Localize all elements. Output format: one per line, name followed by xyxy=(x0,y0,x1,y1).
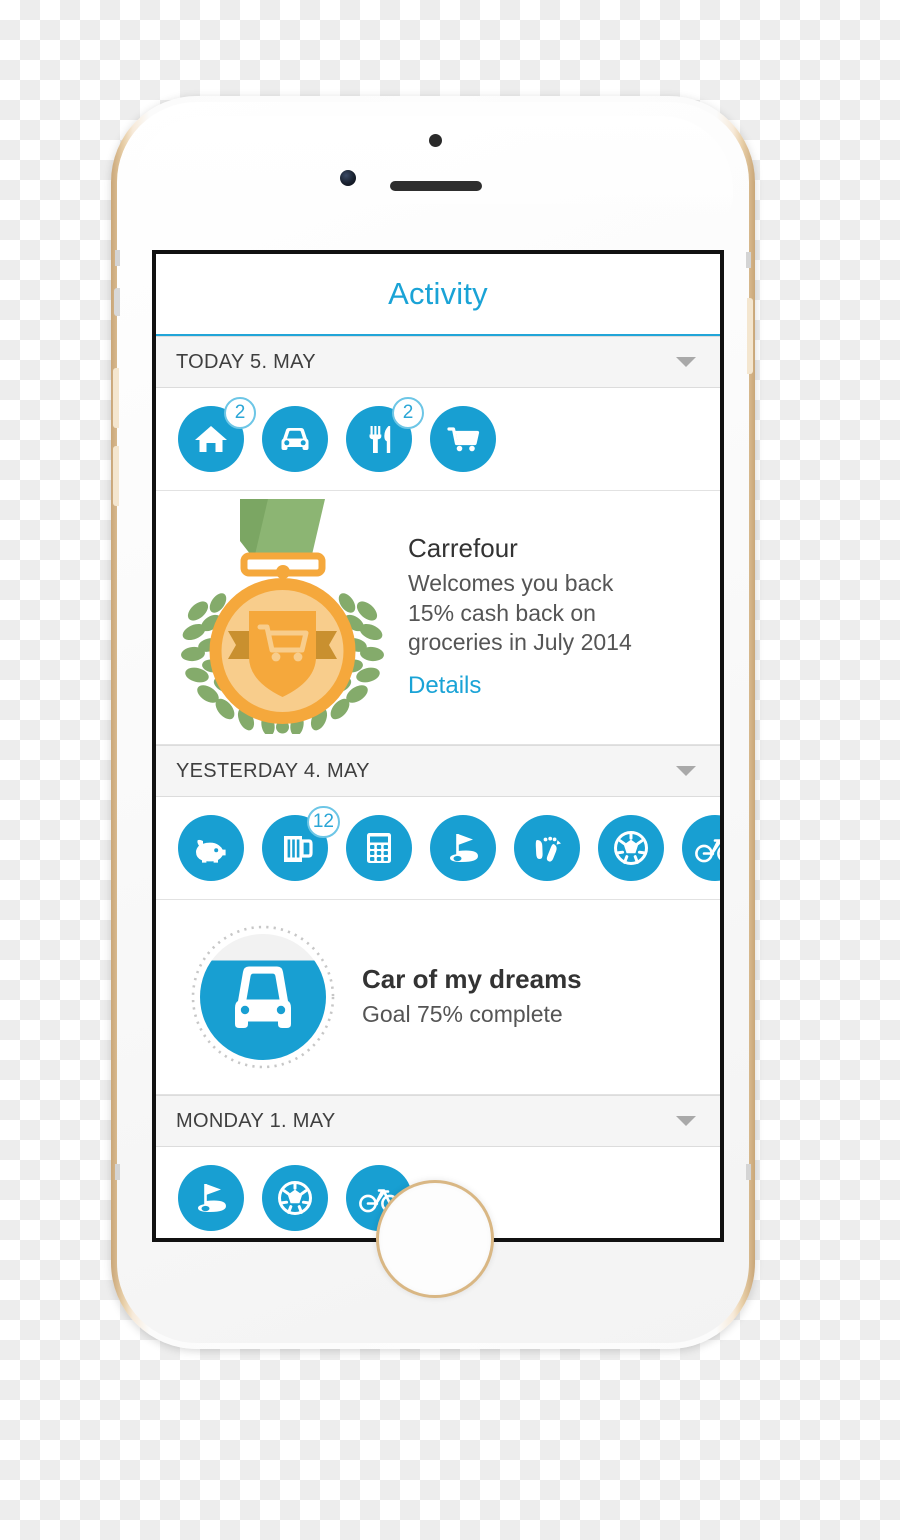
antenna-line-left-top xyxy=(115,250,120,266)
section-header-label: TODAY 5. MAY xyxy=(176,350,316,373)
section-header-yesterday[interactable]: YESTERDAY 4. MAY xyxy=(156,745,720,797)
antenna-line-right-bottom xyxy=(746,1164,751,1180)
phone-screen: Activity TODAY 5. MAY 2 2 Carrefour Welc… xyxy=(152,250,724,1242)
section-header-label: YESTERDAY 4. MAY xyxy=(176,759,370,782)
medal-award-icon xyxy=(156,499,408,734)
activity-icon-beer[interactable]: 12 xyxy=(262,806,340,881)
power-button[interactable] xyxy=(747,298,753,374)
home-button[interactable] xyxy=(376,1180,494,1298)
page-title: Activity xyxy=(388,276,488,311)
section-header-monday[interactable]: MONDAY 1. MAY xyxy=(156,1095,720,1147)
offer-card-body: Carrefour Welcomes you back 15% cash bac… xyxy=(408,533,720,701)
activity-icon-restaurant[interactable]: 2 xyxy=(346,397,424,472)
activity-icon-piggy-bank[interactable] xyxy=(178,815,244,881)
section-header-today[interactable]: TODAY 5. MAY xyxy=(156,336,720,388)
bicycle-icon xyxy=(682,815,720,881)
activity-icon-footsteps[interactable] xyxy=(514,815,580,881)
activity-icon-home[interactable]: 2 xyxy=(178,397,256,472)
badge-count: 12 xyxy=(306,806,340,838)
offer-title: Carrefour xyxy=(408,532,518,563)
shopping-cart-icon xyxy=(430,406,496,472)
activity-icon-bicycle[interactable] xyxy=(682,815,720,881)
volume-down-button[interactable] xyxy=(113,446,119,506)
piggy-bank-icon xyxy=(178,815,244,881)
activity-icon-golf[interactable] xyxy=(178,1165,244,1231)
icon-row-today: 2 2 xyxy=(156,388,720,491)
offer-card-carrefour[interactable]: Carrefour Welcomes you back 15% cash bac… xyxy=(156,491,720,745)
phone-device: Activity TODAY 5. MAY 2 2 Carrefour Welc… xyxy=(111,96,755,1349)
goal-card-car[interactable]: Car of my dreams Goal 75% complete xyxy=(156,900,720,1095)
calculator-icon xyxy=(346,815,412,881)
section-header-label: MONDAY 1. MAY xyxy=(176,1109,336,1132)
badge-count: 2 xyxy=(224,397,256,429)
offer-line-1: Welcomes you back xyxy=(408,569,614,596)
car-goal-icon xyxy=(190,924,336,1070)
offer-line-2: 15% cash back on xyxy=(408,599,596,626)
car-icon xyxy=(262,406,328,472)
goal-title: Car of my dreams xyxy=(362,964,582,995)
icon-row-yesterday: 12 xyxy=(156,797,720,900)
activity-icon-car[interactable] xyxy=(262,406,328,472)
earpiece-speaker-icon xyxy=(390,181,482,191)
phone-body: Activity TODAY 5. MAY 2 2 Carrefour Welc… xyxy=(113,102,753,1343)
golf-icon xyxy=(178,1165,244,1231)
badge-count: 2 xyxy=(392,397,424,429)
proximity-sensor-icon xyxy=(429,134,442,147)
chevron-down-icon[interactable] xyxy=(676,766,696,776)
silence-switch[interactable] xyxy=(114,288,120,316)
offer-details-link[interactable]: Details xyxy=(408,672,481,700)
antenna-line-right-top xyxy=(746,252,751,268)
antenna-line-left-bottom xyxy=(115,1164,120,1180)
chevron-down-icon[interactable] xyxy=(676,1116,696,1126)
activity-icon-soccer[interactable] xyxy=(598,815,664,881)
activity-icon-calculator[interactable] xyxy=(346,815,412,881)
volume-up-button[interactable] xyxy=(113,368,119,428)
golf-icon xyxy=(430,815,496,881)
activity-icon-golf[interactable] xyxy=(430,815,496,881)
activity-icon-soccer[interactable] xyxy=(262,1165,328,1231)
chevron-down-icon[interactable] xyxy=(676,357,696,367)
navigation-bar: Activity xyxy=(156,254,720,336)
offer-line-3: groceries in July 2014 xyxy=(408,629,632,656)
activity-icon-shopping-cart[interactable] xyxy=(430,406,496,472)
goal-subtitle: Goal 75% complete xyxy=(362,1001,563,1028)
goal-card-body: Car of my dreams Goal 75% complete xyxy=(362,964,720,1030)
soccer-ball-icon xyxy=(598,815,664,881)
front-camera-icon xyxy=(340,170,356,186)
soccer-ball-icon xyxy=(262,1165,328,1231)
footsteps-icon xyxy=(514,815,580,881)
